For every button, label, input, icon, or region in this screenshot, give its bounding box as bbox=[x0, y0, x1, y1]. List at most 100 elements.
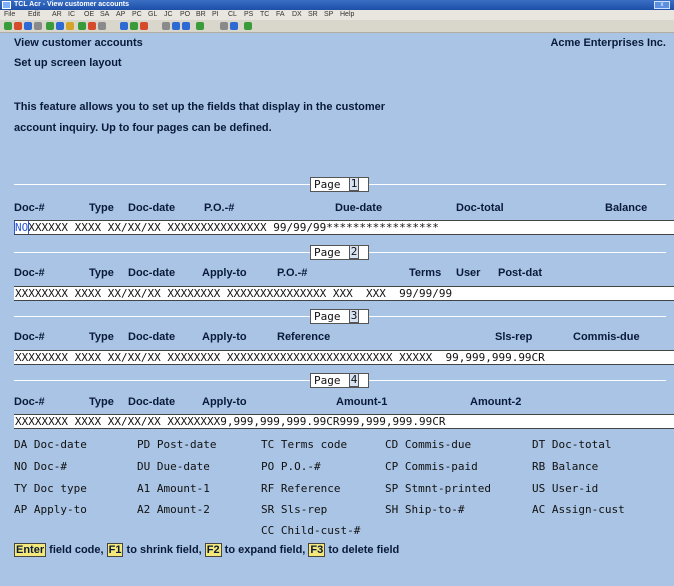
page-4-layout-field[interactable]: XXXXXXXX XXXX XX/XX/XX XXXXXXXX9,999,999… bbox=[14, 414, 674, 429]
toolbar-button-icon[interactable] bbox=[24, 22, 32, 30]
page-1-header-due-date: Due-date bbox=[335, 202, 383, 214]
code-user-id: US User-id bbox=[532, 482, 599, 495]
menu-item[interactable]: BR bbox=[196, 10, 206, 20]
page-3-number[interactable]: 3 bbox=[349, 309, 359, 323]
enter-key[interactable]: Enter bbox=[14, 543, 47, 557]
page-1-header-type: Type bbox=[89, 202, 114, 214]
page-2-header-type: Type bbox=[89, 267, 114, 279]
page-1-header-doc-total: Doc-total bbox=[456, 202, 504, 214]
code-post-date: PD Post-date bbox=[137, 438, 217, 451]
page-3-header-doc-date: Doc-date bbox=[128, 331, 176, 343]
page-1-layout-text: XXXXX XXXX XX/XX/XX XXXXXXXXXXXXXXX 99/9… bbox=[34, 221, 439, 234]
page-3-header-doc-num: Doc-# bbox=[14, 331, 45, 343]
page-2-header-po: P.O.-# bbox=[277, 267, 308, 279]
page-3-label-box: Page bbox=[310, 309, 369, 324]
page-3-layout-field[interactable]: XXXXXXXX XXXX XX/XX/XX XXXXXXXX XXXXXXXX… bbox=[14, 350, 674, 365]
menu-item[interactable]: PS bbox=[244, 10, 253, 20]
page-2-header-terms: Terms bbox=[409, 267, 442, 279]
menu-item[interactable]: PC bbox=[132, 10, 142, 20]
page-3-header-commis-due: Commis-due bbox=[573, 331, 640, 343]
menu-item[interactable]: FA bbox=[276, 10, 285, 20]
menu-item[interactable]: SR bbox=[308, 10, 318, 20]
f2-key[interactable]: F2 bbox=[204, 543, 222, 557]
company-name: Acme Enterprises Inc. bbox=[550, 37, 666, 49]
menu-item[interactable]: DX bbox=[292, 10, 302, 20]
menu-item[interactable]: CL bbox=[228, 10, 237, 20]
menu-item[interactable]: AR bbox=[52, 10, 62, 20]
toolbar-button-icon[interactable] bbox=[98, 22, 106, 30]
menu-item[interactable]: PI bbox=[212, 10, 219, 20]
page-1-header-balance: Balance bbox=[605, 202, 648, 214]
f3-key[interactable]: F3 bbox=[308, 543, 326, 557]
page-4-number[interactable]: 4 bbox=[349, 373, 359, 387]
toolbar-button-icon[interactable] bbox=[66, 22, 74, 30]
menu-item[interactable]: PO bbox=[180, 10, 190, 20]
toolbar-button-icon[interactable] bbox=[14, 22, 22, 30]
page-2-header-doc-num: Doc-# bbox=[14, 267, 45, 279]
toolbar-button-icon[interactable] bbox=[46, 22, 54, 30]
page-3-header-apply-to: Apply-to bbox=[202, 331, 247, 343]
code-apply-to: AP Apply-to bbox=[14, 503, 87, 516]
code-doc-num: NO Doc-# bbox=[14, 460, 67, 473]
menu-item[interactable]: OE bbox=[84, 10, 94, 20]
menu-item[interactable]: Edit bbox=[28, 10, 40, 20]
menu-item[interactable]: Help bbox=[340, 10, 354, 20]
menu-item[interactable]: GL bbox=[148, 10, 157, 20]
key-help-text: to delete field bbox=[325, 544, 400, 556]
key-help-text: field code, bbox=[46, 544, 107, 556]
page-1-layout-field[interactable]: NOXXXXXX XXXX XX/XX/XX XXXXXXXXXXXXXXX 9… bbox=[14, 220, 674, 235]
toolbar-button-icon[interactable] bbox=[56, 22, 64, 30]
page-2-layout-field[interactable]: XXXXXXXX XXXX XX/XX/XX XXXXXXXX XXXXXXXX… bbox=[14, 286, 674, 301]
toolbar-button-icon[interactable] bbox=[230, 22, 238, 30]
toolbar-button-icon[interactable] bbox=[244, 22, 252, 30]
toolbar-button-icon[interactable] bbox=[88, 22, 96, 30]
menu-item[interactable]: JC bbox=[164, 10, 173, 20]
page-2-label: Page bbox=[314, 246, 341, 259]
menu-item[interactable]: SP bbox=[324, 10, 333, 20]
f1-key[interactable]: F1 bbox=[106, 543, 124, 557]
toolbar bbox=[0, 20, 674, 33]
toolbar-button-icon[interactable] bbox=[78, 22, 86, 30]
page-4-header-doc-date: Doc-date bbox=[128, 396, 176, 408]
toolbar-button-icon[interactable] bbox=[182, 22, 190, 30]
page-3-label: Page bbox=[314, 310, 341, 323]
page-4-header-amount-2: Amount-2 bbox=[470, 396, 522, 408]
menu-item[interactable]: TC bbox=[260, 10, 269, 20]
menu-item[interactable]: SA bbox=[100, 10, 109, 20]
app-icon bbox=[2, 1, 11, 9]
page-1-number[interactable]: 1 bbox=[349, 177, 359, 191]
page-1-layout-prefix: X bbox=[28, 221, 35, 234]
code-reference: RF Reference bbox=[261, 482, 341, 495]
code-commis-due: CD Commis-due bbox=[385, 438, 472, 451]
page-4-label-box: Page bbox=[310, 373, 369, 388]
close-button[interactable]: x bbox=[654, 1, 670, 9]
toolbar-button-icon[interactable] bbox=[172, 22, 180, 30]
page-2-header-user: User bbox=[456, 267, 481, 279]
menu-item[interactable]: File bbox=[4, 10, 15, 20]
page-2-number[interactable]: 2 bbox=[349, 245, 359, 259]
page-2-label-box: Page bbox=[310, 245, 369, 260]
page-2-header-doc-date: Doc-date bbox=[128, 267, 176, 279]
title-bar: TCL Acr - View customer accounts x bbox=[0, 0, 674, 10]
page-4-label: Page bbox=[314, 374, 341, 387]
key-help-text: to shrink field, bbox=[123, 544, 205, 556]
toolbar-button-icon[interactable] bbox=[130, 22, 138, 30]
screen-subtitle: Set up screen layout bbox=[14, 57, 122, 69]
toolbar-button-icon[interactable] bbox=[120, 22, 128, 30]
page-4-header-type: Type bbox=[89, 396, 114, 408]
key-help: Enter field code, F1 to shrink field, F2… bbox=[14, 543, 400, 557]
description-line-2: account inquiry. Up to four pages can be… bbox=[14, 122, 272, 134]
field-cursor[interactable]: NO bbox=[14, 221, 30, 234]
menu-bar: File Edit AR IC OE SA AP PC GL JC PO BR PI CL PS TC FA DX… bbox=[0, 10, 674, 20]
code-assign-cust: AC Assign-cust bbox=[532, 503, 625, 516]
toolbar-button-icon[interactable] bbox=[140, 22, 148, 30]
toolbar-button-icon[interactable] bbox=[220, 22, 228, 30]
toolbar-button-icon[interactable] bbox=[196, 22, 204, 30]
screen-title: View customer accounts bbox=[14, 37, 143, 49]
toolbar-button-icon[interactable] bbox=[34, 22, 42, 30]
page-1-label: Page bbox=[314, 178, 341, 191]
toolbar-button-icon[interactable] bbox=[4, 22, 12, 30]
menu-item[interactable]: IC bbox=[68, 10, 75, 20]
toolbar-button-icon[interactable] bbox=[162, 22, 170, 30]
menu-item[interactable]: AP bbox=[116, 10, 125, 20]
